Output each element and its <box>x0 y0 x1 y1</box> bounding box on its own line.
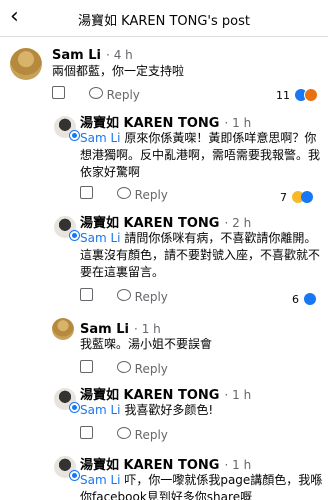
comment-text: 兩個都藍，你一定支持啦 <box>52 64 185 78</box>
top-bar: ‹ 湯寶如 KAREN TONG's post <box>0 0 328 37</box>
verified-badge-icon <box>69 130 80 141</box>
timestamp: · 1 h <box>224 388 252 402</box>
comment: 湯寶如 KAREN TONG · 1 h Sam Li 我喜歡好多颜色! Rep… <box>0 382 328 446</box>
verified-badge-icon <box>69 402 80 413</box>
reply-button[interactable]: Reply <box>135 290 168 304</box>
reply-icon <box>116 289 131 301</box>
mention-link[interactable]: Sam Li <box>80 473 121 487</box>
comment-text: Sam Li 請問你係咪有病，不喜歡請你離開。這裏沒有顏色，請不要對號入座，不喜… <box>80 231 321 279</box>
verified-badge-icon <box>69 230 80 241</box>
avatar[interactable] <box>10 48 42 80</box>
reply-icon <box>116 427 131 439</box>
commenter-name[interactable]: 湯寶如 KAREN TONG <box>80 458 219 473</box>
comment-header: 湯寶如 KAREN TONG · 2 h <box>80 212 251 231</box>
timestamp: · 1 h <box>134 322 161 336</box>
post-title: 湯寶如 KAREN TONG's post <box>78 14 250 29</box>
mention-link[interactable]: Sam Li <box>80 403 121 417</box>
like-icon[interactable] <box>80 186 93 199</box>
mention-link[interactable]: Sam Li <box>80 131 121 145</box>
comment-header: Sam Li · 1 h <box>80 318 161 337</box>
commenter-name[interactable]: Sam Li <box>80 322 129 337</box>
timestamp: · 1 h <box>224 458 252 472</box>
timestamp: · 1 h <box>224 116 252 130</box>
comment-header: Sam Li · 4 h <box>52 44 133 63</box>
like-icon[interactable] <box>52 86 65 99</box>
like-icon[interactable] <box>80 426 93 439</box>
comment-header: 湯寶如 KAREN TONG · 1 h <box>80 454 251 473</box>
commenter-name[interactable]: 湯寶如 KAREN TONG <box>80 388 219 403</box>
reply-button[interactable]: Reply <box>135 428 168 442</box>
like-reaction-icon <box>304 292 317 305</box>
reply-icon <box>116 361 131 373</box>
reply-icon <box>116 187 131 199</box>
reaction-count[interactable]: 11 <box>276 84 319 103</box>
comment-text: 我藍㗎。湯小姐不要誤會 <box>80 337 213 351</box>
timestamp: · 4 h <box>106 48 133 62</box>
commenter-name[interactable]: 湯寶如 KAREN TONG <box>80 116 219 131</box>
comment: Sam Li · 1 h 我藍㗎。湯小姐不要誤會 Reply <box>0 312 328 376</box>
comment-text: Sam Li 我喜歡好多颜色! <box>80 403 214 417</box>
reaction-count[interactable]: 7 <box>280 186 314 205</box>
mention-link[interactable]: Sam Li <box>80 231 121 245</box>
like-reaction-icon <box>301 190 314 203</box>
commenter-name[interactable]: Sam Li <box>52 48 101 63</box>
reply-icon <box>88 87 103 99</box>
like-icon[interactable] <box>80 360 93 373</box>
comment-text: Sam Li 吓，你一嚟就係我page講顏色，我喺你facebook見到好多你s… <box>80 473 323 500</box>
reply-button[interactable]: Reply <box>135 362 168 376</box>
reaction-count[interactable]: 6 <box>292 288 317 307</box>
commenter-name[interactable]: 湯寶如 KAREN TONG <box>80 216 219 231</box>
comment-header: 湯寶如 KAREN TONG · 1 h <box>80 112 251 131</box>
angry-reaction-icon <box>304 87 319 102</box>
comment: 湯寶如 KAREN TONG · 2 h Sam Li 請問你係咪有病，不喜歡請… <box>0 208 328 306</box>
comment-header: 湯寶如 KAREN TONG · 1 h <box>80 384 251 403</box>
reply-button[interactable]: Reply <box>107 88 140 102</box>
reply-button[interactable]: Reply <box>135 188 168 202</box>
comment: 湯寶如 KAREN TONG · 1 h Sam Li 原來你係黃㗎！黃即係咩意… <box>0 108 328 205</box>
comment-text: Sam Li 原來你係黃㗎！黃即係咩意思啊？你想港獨啊。反中亂港啊，需唔需要我報… <box>80 131 321 179</box>
like-icon[interactable] <box>80 288 93 301</box>
avatar[interactable] <box>52 318 74 340</box>
comment: 湯寶如 KAREN TONG · 1 h Sam Li 吓，你一嚟就係我page… <box>0 452 328 500</box>
comment: Sam Li · 4 h 兩個都藍，你一定支持啦 Reply 11 <box>0 36 328 108</box>
verified-badge-icon <box>69 470 80 481</box>
timestamp: · 2 h <box>224 216 252 230</box>
